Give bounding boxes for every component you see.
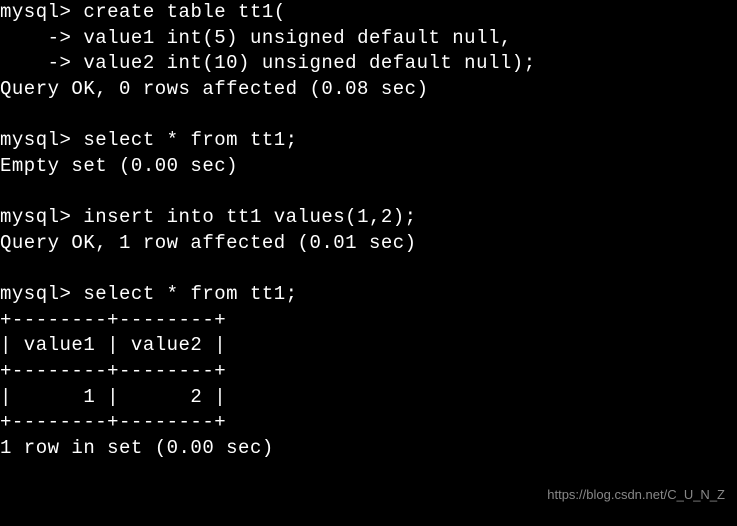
cmd-text: value1 int(5) unsigned default null, — [71, 27, 511, 49]
result-text: Empty set (0.00 sec) — [0, 155, 238, 177]
result-text: Query OK, 1 row affected (0.01 sec) — [0, 232, 417, 254]
table-row: | 1 | 2 | — [0, 386, 226, 408]
terminal-output: mysql> create table tt1( -> value1 int(5… — [0, 0, 737, 462]
watermark: https://blog.csdn.net/C_U_N_Z — [547, 486, 725, 504]
cont-prompt: -> — [0, 52, 71, 74]
prompt: mysql> — [0, 283, 71, 305]
prompt: mysql> — [0, 206, 71, 228]
result-text: Query OK, 0 rows affected (0.08 sec) — [0, 78, 428, 100]
cmd-text: value2 int(10) unsigned default null); — [71, 52, 535, 74]
cont-prompt: -> — [0, 27, 71, 49]
prompt: mysql> — [0, 1, 71, 23]
table-border: +--------+--------+ — [0, 411, 226, 433]
cmd-text: create table tt1( — [71, 1, 285, 23]
table-border: +--------+--------+ — [0, 360, 226, 382]
prompt: mysql> — [0, 129, 71, 151]
cmd-text: select * from tt1; — [71, 129, 297, 151]
result-text: 1 row in set (0.00 sec) — [0, 437, 274, 459]
cmd-text: insert into tt1 values(1,2); — [71, 206, 416, 228]
table-header: | value1 | value2 | — [0, 334, 226, 356]
cmd-text: select * from tt1; — [71, 283, 297, 305]
table-border: +--------+--------+ — [0, 309, 226, 331]
